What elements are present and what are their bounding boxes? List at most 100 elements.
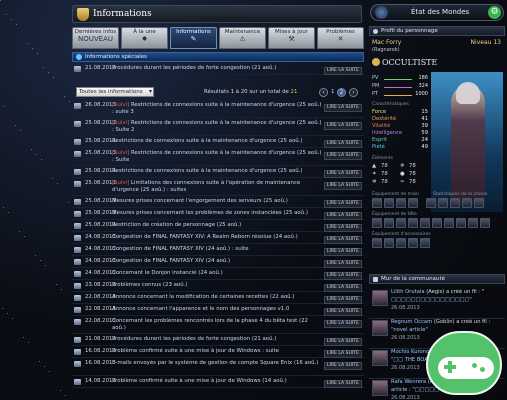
tab-maintenance[interactable]: Maintenance ⚠ [219,27,266,49]
gear-slot[interactable] [396,238,406,248]
gear-slot[interactable] [468,218,478,228]
gear-slot[interactable] [426,198,436,208]
read-more-button[interactable]: LIRE LA SUITE [323,152,362,160]
read-more-button[interactable]: LIRE LA SUITE [323,182,362,190]
news-row[interactable]: 24.08.2013 Congestion de FINAL FANTASY X… [72,244,364,256]
news-row[interactable]: 25.08.2013 [Suivi] Limitations des connex… [72,178,364,196]
news-row[interactable]: 25.08.2013 Restrictions de connexions su… [72,166,364,178]
news-title[interactable]: Concernant les problèmes rencontrés lors… [112,318,322,332]
read-more-button[interactable]: LIRE LA SUITE [323,122,362,130]
post-author[interactable]: Regnum Occam [391,319,432,325]
character-name[interactable]: Mac Forry [372,39,401,46]
news-title[interactable]: Mesures prises concernant les problèmes … [112,210,322,217]
avatar[interactable] [372,320,388,336]
news-title[interactable]: Restriction de création de personnage (2… [112,222,322,229]
read-more-button[interactable]: LIRE LA SUITE [323,224,362,232]
post-title[interactable]: "novel article" [391,327,501,333]
tab-latest[interactable]: Dernières infos NOUVEAU [72,27,119,49]
gear-slot[interactable] [450,198,460,208]
gear-slot[interactable] [420,218,430,228]
news-row[interactable]: 21.08.2013 Procédures durant les période… [72,334,364,346]
read-more-button[interactable]: LIRE LA SUITE [323,170,362,178]
news-title[interactable]: [Suivi] Restrictions de connexions suite… [112,150,322,164]
news-row[interactable]: 25.08.2013 Restriction de création de pe… [72,220,364,232]
news-title[interactable]: Problème confirmé suite à une mise à jou… [112,348,322,355]
news-row[interactable]: 25.08.2013 [Suivi] Restrictions de connex… [72,118,364,136]
news-title[interactable]: Congestion de FINAL FANTASY XIV (24 aoû.… [112,246,322,253]
news-row[interactable]: 25.08.2013 Mesures prises concernant l'e… [72,196,364,208]
news-row[interactable]: 16.08.2013 E-mails envoyés par le systèm… [72,358,364,376]
tab-informations[interactable]: Informations ✎ [170,27,217,49]
gear-slot[interactable] [462,198,472,208]
read-more-button[interactable]: LIRE LA SUITE [323,338,362,346]
post-author[interactable]: Lilith Orutaia [391,289,425,295]
news-title[interactable]: Annonce concernant l'apparence et le nom… [112,306,322,313]
post-title[interactable]: □□□□□□□□□□□□□□□□" [391,297,501,303]
post-author[interactable]: Rafa Wenrera [391,379,426,385]
avatar[interactable] [372,290,388,306]
read-more-button[interactable]: LIRE LA SUITE [323,362,362,370]
news-row[interactable]: 25.08.2013 [Suivi] Restrictions de connex… [72,148,364,166]
gear-slot[interactable] [396,218,406,228]
news-row[interactable]: 26.08.2013 [Suivi] Restrictions de connex… [72,100,364,118]
read-more-button[interactable]: LIRE LA SUITE [323,380,362,388]
avatar[interactable] [372,380,388,396]
gear-slot[interactable] [384,198,394,208]
news-title[interactable]: [Suivi] Limitations des connexions suite… [112,180,322,194]
read-more-button[interactable]: LIRE LA SUITE [323,104,362,112]
news-row[interactable]: 23.08.2013 Problèmes connus (23 aoû.) LIR… [72,280,364,292]
gear-slot[interactable] [372,218,382,228]
news-row[interactable]: 24.08.2013 Congestion de FINAL FANTASY X… [72,256,364,268]
read-more-button[interactable]: LIRE LA SUITE [323,248,362,256]
news-title[interactable]: Congestion de FINAL FANTASY XIV (24 aoû.… [112,258,322,265]
gear-slot[interactable] [384,218,394,228]
tab-featured[interactable]: À la une ✸ [121,27,168,49]
news-row[interactable]: 24.08.2013 Congestion de FINAL FANTASY X… [72,232,364,244]
community-post[interactable]: Lilith Orutaia (Aegis) a créé un fil : "… [369,287,505,319]
news-row[interactable]: 14.08.2013 Problème confirmé suite à une… [72,376,364,388]
read-more-button[interactable]: LIRE LA SUITE [323,272,362,280]
news-row[interactable]: 24.08.2013 Concernant le Donjon instanci… [72,268,364,280]
news-title[interactable]: Procédures durant les périodes de forte … [112,336,322,343]
news-title[interactable]: Concernant le Donjon instancié (24 aoû.) [112,270,322,277]
gear-slot[interactable] [444,218,454,228]
news-title[interactable]: Annonce concernant la modification de ce… [112,294,322,301]
gear-slot[interactable] [372,238,382,248]
post-author[interactable]: Mochio Kurono [391,349,429,355]
tab-issues[interactable]: Problèmes ✕ [317,27,364,49]
news-title[interactable]: [Suivi] Restrictions de connexions suite… [112,102,322,116]
read-more-button[interactable]: LIRE LA SUITE [323,236,362,244]
news-row[interactable]: 22.08.2013 Concernant les problèmes renc… [72,316,364,334]
read-more-button[interactable]: LIRE LA SUITE [323,200,362,208]
news-title[interactable]: [Suivi] Restrictions de connexions suite… [112,120,322,134]
gear-slot[interactable] [408,238,418,248]
world-status-button[interactable]: État des Mondes ⚙ [370,4,504,21]
read-more-button[interactable]: LIRE LA SUITE [323,260,362,268]
read-more-button[interactable]: LIRE LA SUITE [323,296,362,304]
read-more-button[interactable]: LIRE LA SUITE [323,284,362,292]
gear-slot[interactable] [384,238,394,248]
tab-updates[interactable]: Mises à jour ⚒ [268,27,315,49]
news-row[interactable]: 22.08.2013 Annonce concernant la modific… [72,292,364,304]
news-title[interactable]: Problème confirmé suite à une mise à jou… [112,378,322,385]
news-title[interactable]: Restrictions de connexions suite à la ma… [112,168,322,175]
read-more-button[interactable]: LIRE LA SUITE [323,140,362,148]
gear-slot[interactable] [438,198,448,208]
gear-slot[interactable] [480,218,490,228]
avatar[interactable] [372,350,388,366]
gear-slot[interactable] [474,198,484,208]
news-title[interactable]: Problèmes connus (23 aoû.) [112,282,322,289]
read-more-button[interactable]: LIRE LA SUITE [323,212,362,220]
gear-slot[interactable] [420,238,430,248]
news-row[interactable]: 25.08.2013 Restrictions de connexions su… [72,136,364,148]
news-title[interactable]: Congestion de FINAL FANTASY XIV: A Realm… [112,234,322,241]
news-title[interactable]: Restrictions de connexions suite à la ma… [112,138,322,145]
read-more-button[interactable]: LIRE LA SUITE [323,350,362,358]
gear-slot[interactable] [372,198,382,208]
read-more-button[interactable]: LIRE LA SUITE [323,320,362,328]
news-row[interactable]: 22.08.2013 Annonce concernant l'apparenc… [72,304,364,316]
news-title[interactable]: Mesures prises concernant l'engorgement … [112,198,322,205]
gear-slot[interactable] [456,218,466,228]
news-row[interactable]: 25.08.2013 Mesures prises concernant les… [72,208,364,220]
news-title[interactable]: E-mails envoyés par le système de gestio… [112,360,322,367]
